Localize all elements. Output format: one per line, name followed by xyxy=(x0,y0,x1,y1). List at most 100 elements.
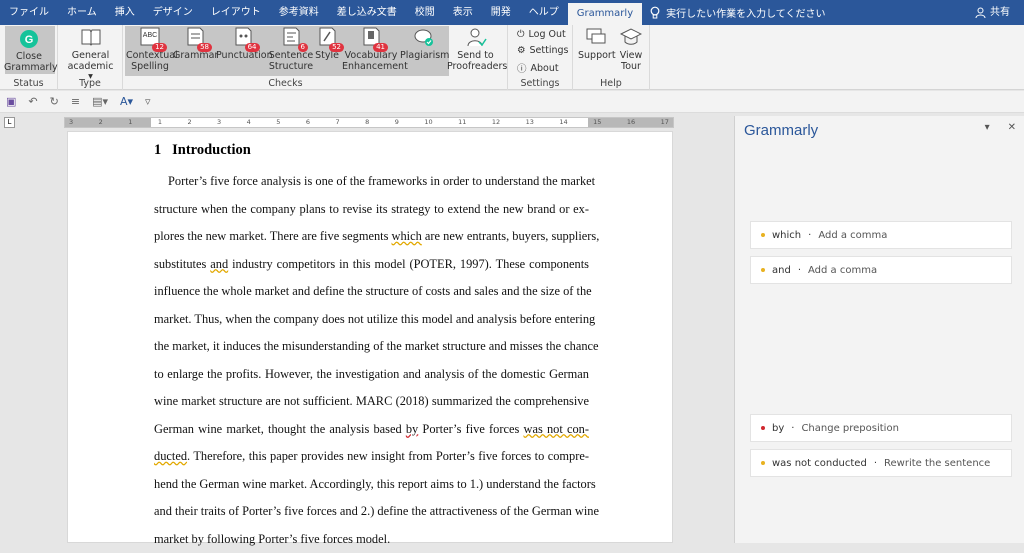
ruler-number: 5 xyxy=(276,118,280,127)
ruler-number: 9 xyxy=(395,118,399,127)
ruler-number: 16 xyxy=(627,118,635,127)
grammarly-pane: Grammarly ▾ ✕ which · Add a comma and · … xyxy=(734,116,1024,543)
tell-me-box[interactable]: 実行したい作業を入力してください xyxy=(650,0,825,25)
structure-label: Structure xyxy=(268,62,314,73)
clipboard-icon[interactable]: ▤▾ xyxy=(92,95,108,108)
tab-grammarly[interactable]: Grammarly xyxy=(568,3,642,25)
separator: · xyxy=(798,265,801,276)
redo-icon[interactable]: ↻ xyxy=(50,95,59,108)
svg-text:ABC: ABC xyxy=(143,32,157,39)
separator: · xyxy=(808,230,811,241)
share-button[interactable]: 共有 xyxy=(975,0,1010,25)
checks-group: ABC 12 Contextual Spelling 58 Grammar 64 … xyxy=(123,25,508,90)
ruler-number: 6 xyxy=(306,118,310,127)
paragraph-line: structure when the company plans to revi… xyxy=(154,196,589,224)
tab-review[interactable]: 校閲 xyxy=(406,0,444,25)
document-type-button[interactable]: General academic ▾ xyxy=(64,27,117,75)
customize-toolbar-icon[interactable]: ▿ xyxy=(145,95,151,108)
ruler-number: 3 xyxy=(217,118,221,127)
spelling-label: Spelling xyxy=(126,62,174,73)
contextual-label: Contextual xyxy=(126,51,174,62)
paragraph-line: wine market structure are not sufficient… xyxy=(154,388,589,416)
spelling-count-badge: 12 xyxy=(152,43,167,52)
tell-me-text: 実行したい作業を入力してください xyxy=(666,5,825,20)
spell-check-icon[interactable]: A▾ xyxy=(120,95,133,108)
plagiarism-icon xyxy=(413,27,435,49)
horizontal-ruler[interactable]: 3211234567891011121314151617 xyxy=(64,117,674,128)
paragraph-line: German wine market, thought the analysis… xyxy=(154,416,589,444)
suggestion-text: Rewrite the sentence xyxy=(884,458,990,469)
person-icon xyxy=(975,7,986,18)
pane-options-icon[interactable]: ▾ xyxy=(985,122,990,133)
send-to-proofreaders-button[interactable]: Send to Proofreaders xyxy=(447,27,504,75)
ruler-number: 14 xyxy=(559,118,567,127)
tab-insert[interactable]: 挿入 xyxy=(106,0,144,25)
ruler-number: 15 xyxy=(593,118,601,127)
vocabulary-icon: 41 xyxy=(360,27,382,49)
tab-view[interactable]: 表示 xyxy=(444,0,482,25)
ruler-number: 7 xyxy=(335,118,339,127)
svg-text:G: G xyxy=(25,34,34,46)
ruler-number: 1 xyxy=(158,118,162,127)
settings-button[interactable]: ⚙Settings xyxy=(517,45,569,56)
suggestion-card[interactable]: and · Add a comma xyxy=(750,256,1012,284)
suggestion-dot xyxy=(761,426,765,430)
support-button[interactable]: Support xyxy=(578,27,614,75)
type-group: General academic ▾ Type xyxy=(58,25,123,90)
ruler-number: 3 xyxy=(69,118,73,127)
tab-help[interactable]: ヘルプ xyxy=(520,0,568,25)
lightbulb-icon xyxy=(650,6,660,19)
tab-layout[interactable]: レイアウト xyxy=(202,0,270,25)
sentence-label: Sentence xyxy=(268,51,314,62)
send-to-label: Send to xyxy=(447,51,504,62)
list-icon[interactable]: ≡ xyxy=(71,95,80,108)
paragraph-line: the market, it induces the misunderstand… xyxy=(154,333,589,361)
paragraph-line: market. Thus, when the company does not … xyxy=(154,306,589,334)
close-icon[interactable]: ✕ xyxy=(1008,122,1016,133)
grammar-button[interactable]: 58 Grammar xyxy=(173,27,217,75)
suggestion-word: by xyxy=(772,423,784,434)
tab-file[interactable]: ファイル xyxy=(0,0,58,25)
view-tour-button[interactable]: View Tour xyxy=(616,27,646,75)
paragraph-line: to enlarge the profits. However, the inv… xyxy=(154,361,589,389)
help-group-label: Help xyxy=(573,78,649,89)
vocabulary-enhancement-button[interactable]: 41 Vocabulary Enhancement xyxy=(342,27,400,75)
pane-title: Grammarly xyxy=(735,116,1024,144)
sentence-structure-button[interactable]: 6 Sentence Structure xyxy=(268,27,314,75)
tab-mailings[interactable]: 差し込み文書 xyxy=(328,0,406,25)
suggestion-card[interactable]: by · Change preposition xyxy=(750,414,1012,442)
punctuation-count-badge: 64 xyxy=(245,43,260,52)
tab-stop-selector[interactable]: L xyxy=(4,117,15,128)
plagiarism-button[interactable]: Plagiarism xyxy=(400,27,448,75)
vocabulary-label: Vocabulary xyxy=(342,51,400,62)
suggestion-text: Change preposition xyxy=(801,423,898,434)
share-label: 共有 xyxy=(990,0,1010,25)
ruler-number: 2 xyxy=(99,118,103,127)
grammarly-ribbon: G Close Grammarly Status General academi… xyxy=(0,25,1024,90)
about-button[interactable]: ⓘAbout xyxy=(517,61,559,75)
suggestion-card[interactable]: which · Add a comma xyxy=(750,221,1012,249)
close-grammarly-button[interactable]: G Close Grammarly xyxy=(4,27,54,75)
log-out-button[interactable]: ⏻Log Out xyxy=(517,29,566,40)
punctuation-button[interactable]: 64 Punctuation xyxy=(216,27,269,75)
status-group-label: Status xyxy=(0,78,57,89)
tab-developer[interactable]: 開発 xyxy=(482,0,520,25)
suggestion-text: Add a comma xyxy=(808,265,877,276)
style-button[interactable]: 52 Style xyxy=(312,27,342,75)
tab-references[interactable]: 参考資料 xyxy=(270,0,328,25)
tab-home[interactable]: ホーム xyxy=(58,0,106,25)
document-page[interactable]: 1 Introduction Porter’s five force analy… xyxy=(67,131,673,543)
sentence-structure-icon: 6 xyxy=(280,27,302,49)
suggestion-card[interactable]: was not conducted · Rewrite the sentence xyxy=(750,449,1012,477)
tab-design[interactable]: デザイン xyxy=(144,0,202,25)
proofreaders-label: Proofreaders xyxy=(447,62,504,73)
paragraph-line: ducted. Therefore, this paper provides n… xyxy=(154,443,589,471)
undo-icon[interactable]: ↶ xyxy=(28,95,37,108)
log-out-label: Log Out xyxy=(529,29,566,40)
paragraph-line: market by following Porter’s five forces… xyxy=(154,526,589,553)
settings-label: Settings xyxy=(530,45,569,56)
contextual-spelling-button[interactable]: ABC 12 Contextual Spelling xyxy=(126,27,174,75)
save-icon[interactable]: ▣ xyxy=(6,95,16,108)
ruler-number: 1 xyxy=(128,118,132,127)
suggestion-text: Add a comma xyxy=(818,230,887,241)
